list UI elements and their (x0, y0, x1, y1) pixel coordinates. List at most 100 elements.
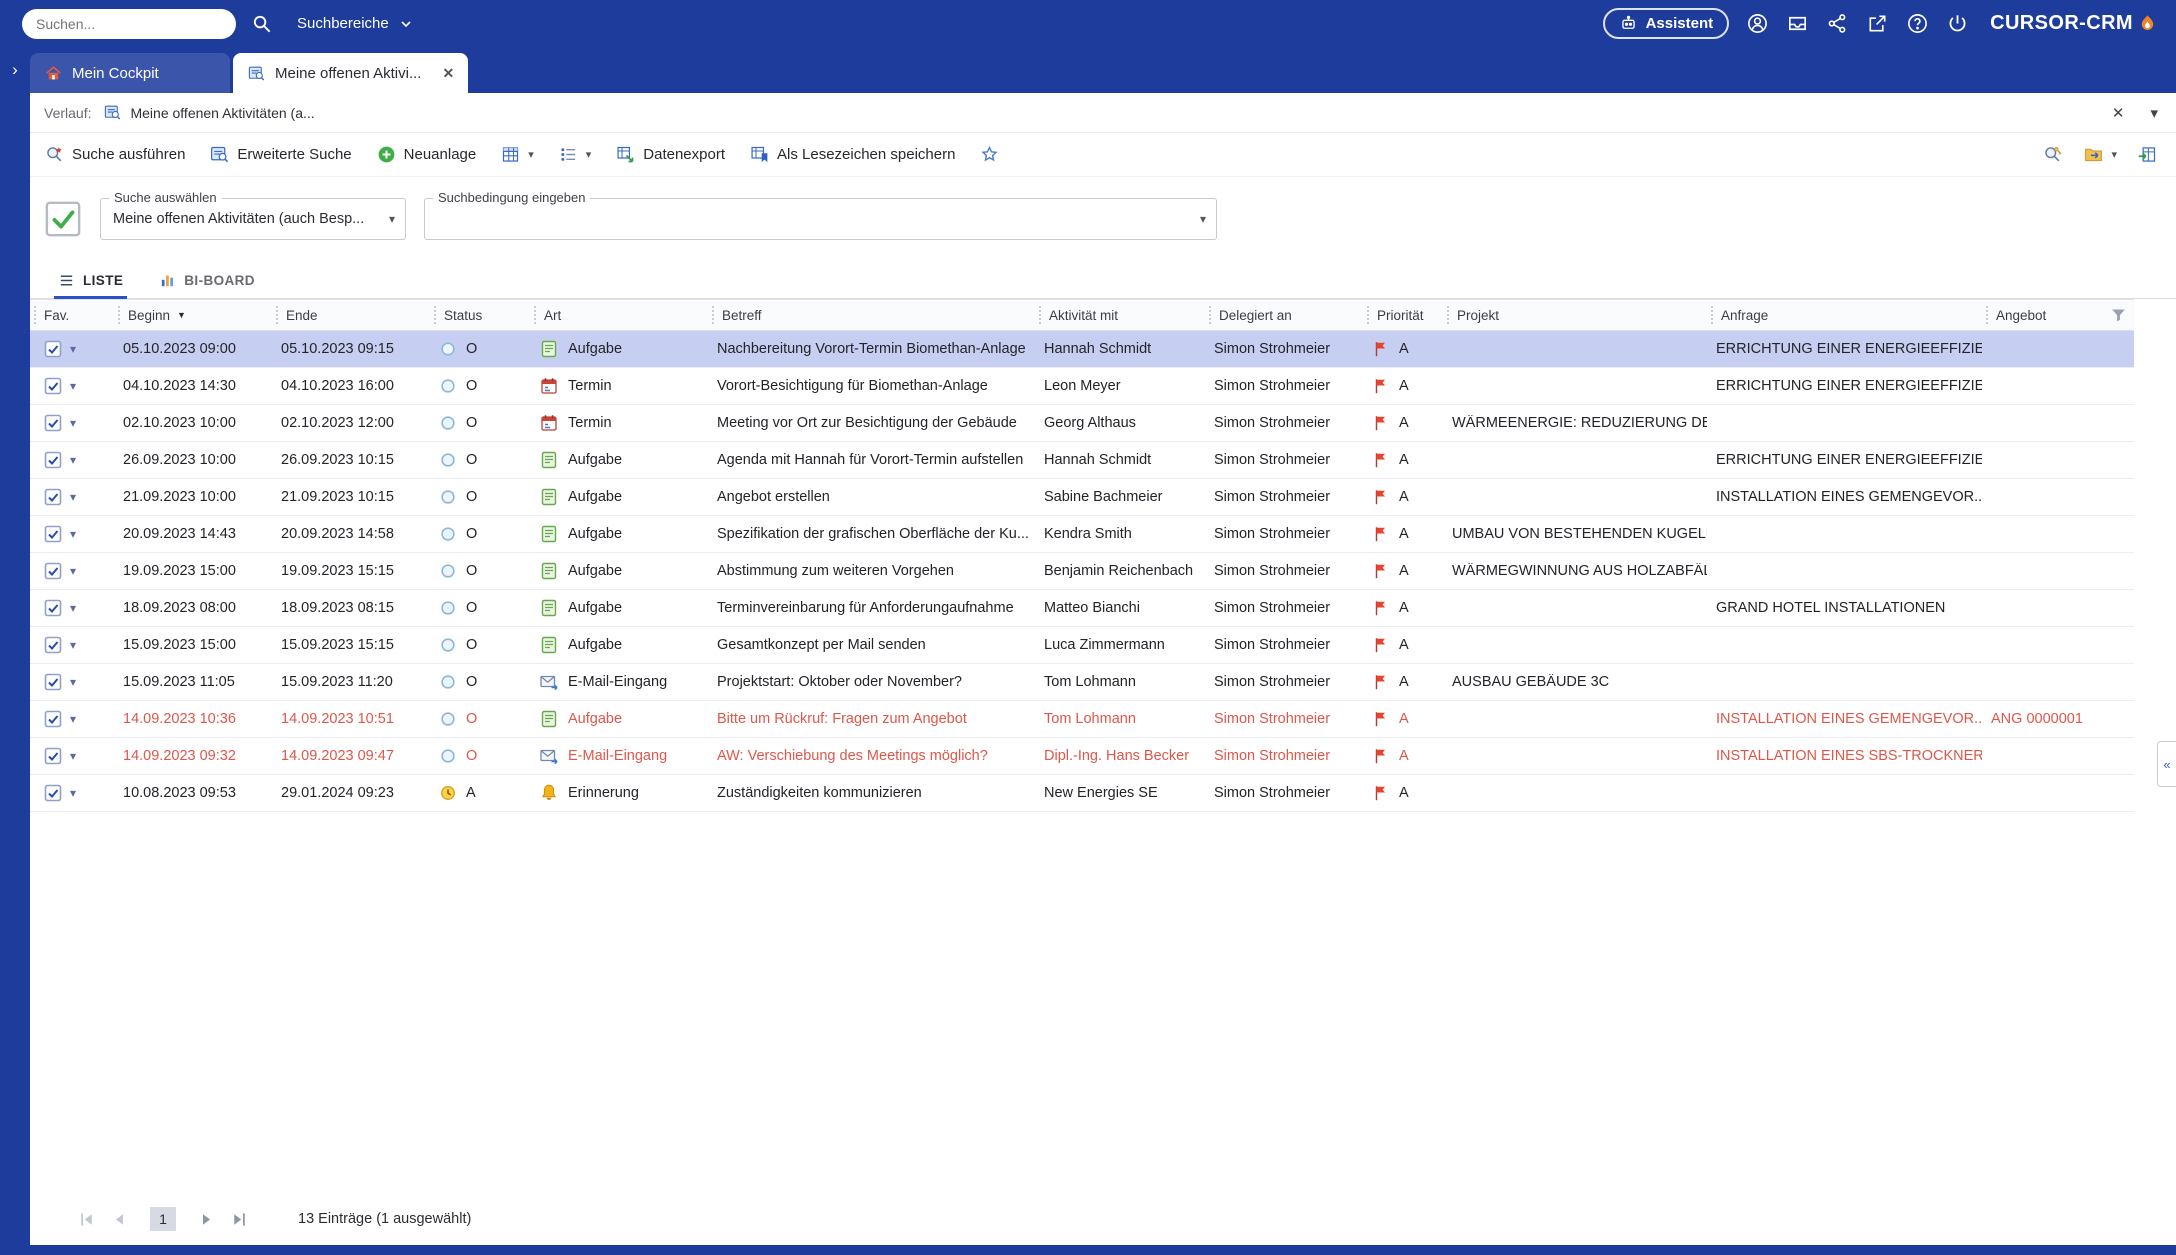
row-menu-caret[interactable]: ▾ (70, 712, 76, 726)
row-menu-caret[interactable]: ▾ (70, 342, 76, 356)
search-condition-combo[interactable]: Suchbedingung eingeben ▾ (424, 190, 1217, 240)
table-view-dropdown[interactable]: ▾ (500, 144, 534, 165)
prev-page-button[interactable] (109, 1209, 130, 1230)
expand-left-panel-icon[interactable]: › (0, 47, 30, 93)
save-bookmark-button[interactable]: Als Lesezeichen speichern (749, 144, 955, 165)
history-item[interactable]: Meine offenen Aktivitäten (a... (103, 103, 315, 122)
tab-mein-cockpit[interactable]: Mein Cockpit (30, 53, 230, 93)
table-row[interactable]: ▾ 15.09.2023 15:00 15.09.2023 15:15 O Au… (30, 627, 2134, 664)
table-row[interactable]: ▾ 14.09.2023 09:32 14.09.2023 09:47 O E-… (30, 738, 2134, 775)
col-header-art[interactable]: Art (530, 300, 708, 330)
current-page[interactable]: 1 (150, 1207, 176, 1231)
priority-flag-icon (1372, 562, 1390, 580)
col-header-anfrage[interactable]: Anfrage (1707, 300, 1982, 330)
first-page-button[interactable] (76, 1209, 97, 1230)
row-checkbox[interactable] (43, 487, 63, 507)
col-header-status[interactable]: Status (430, 300, 530, 330)
search-rights-button[interactable] (2042, 144, 2063, 165)
assistant-button[interactable]: Assistent (1602, 8, 1730, 39)
table-row[interactable]: ▾ 21.09.2023 10:00 21.09.2023 10:15 O Au… (30, 479, 2134, 516)
inbox-icon[interactable] (1786, 12, 1809, 35)
row-menu-caret[interactable]: ▾ (70, 601, 76, 615)
beginn-cell: 14.09.2023 09:32 (123, 748, 236, 764)
open-folder-dropdown[interactable]: ▾ (2083, 144, 2117, 165)
table-row[interactable]: ▾ 02.10.2023 10:00 02.10.2023 12:00 O Te… (30, 405, 2134, 442)
open-in-new-icon[interactable] (1866, 12, 1889, 35)
row-checkbox[interactable] (43, 635, 63, 655)
row-menu-caret[interactable]: ▾ (70, 490, 76, 504)
ende-cell: 21.09.2023 10:15 (281, 489, 394, 505)
column-filter-icon[interactable] (2109, 306, 2128, 325)
last-page-button[interactable] (229, 1209, 250, 1230)
col-header-aktivitaet-mit[interactable]: Aktivität mit (1035, 300, 1205, 330)
advanced-search-button[interactable]: Erweiterte Suche (209, 144, 352, 165)
table-row[interactable]: ▾ 10.08.2023 09:53 29.01.2024 09:23 A Er… (30, 775, 2134, 812)
col-header-delegiert-an[interactable]: Delegiert an (1205, 300, 1363, 330)
favorite-star-button[interactable] (979, 144, 1000, 165)
tab-meine-offenen-aktivitaeten[interactable]: Meine offenen Aktivi... ✕ (233, 53, 469, 93)
row-checkbox[interactable] (43, 450, 63, 470)
table-row[interactable]: ▾ 19.09.2023 15:00 19.09.2023 15:15 O Au… (30, 553, 2134, 590)
row-checkbox[interactable] (43, 783, 63, 803)
row-checkbox[interactable] (43, 376, 63, 396)
art-cell: Aufgabe (530, 561, 708, 581)
row-menu-caret[interactable]: ▾ (70, 675, 76, 689)
col-header-betreff[interactable]: Betreff (708, 300, 1035, 330)
search-scope-dropdown[interactable]: Suchbereiche (297, 15, 414, 32)
run-search-button[interactable]: Suche ausführen (44, 144, 185, 165)
row-menu-caret[interactable]: ▾ (70, 638, 76, 652)
new-entry-button[interactable]: Neuanlage (376, 144, 476, 165)
row-menu-caret[interactable]: ▾ (70, 527, 76, 541)
row-checkbox[interactable] (43, 746, 63, 766)
row-checkbox[interactable] (43, 524, 63, 544)
table-row[interactable]: ▾ 20.09.2023 14:43 20.09.2023 14:58 O Au… (30, 516, 2134, 553)
history-dropdown-icon[interactable]: ▾ (2150, 104, 2158, 122)
table-row[interactable]: ▾ 14.09.2023 10:36 14.09.2023 10:51 O Au… (30, 701, 2134, 738)
search-select-combo[interactable]: Suche auswählen Meine offenen Aktivitäte… (100, 190, 406, 240)
table-row[interactable]: ▾ 04.10.2023 14:30 04.10.2023 16:00 O Te… (30, 368, 2134, 405)
col-header-beginn[interactable]: Beginn ▼ (114, 300, 272, 330)
row-checkbox[interactable] (43, 339, 63, 359)
run-search-icon (44, 144, 65, 165)
row-menu-caret[interactable]: ▾ (70, 564, 76, 578)
row-menu-caret[interactable]: ▾ (70, 453, 76, 467)
tab-close-icon[interactable]: ✕ (430, 65, 454, 82)
list-view-dropdown[interactable]: ▾ (558, 144, 591, 165)
row-checkbox[interactable] (43, 413, 63, 433)
row-checkbox[interactable] (43, 598, 63, 618)
table-row[interactable]: ▾ 18.09.2023 08:00 18.09.2023 08:15 O Au… (30, 590, 2134, 627)
row-checkbox[interactable] (43, 709, 63, 729)
search-icon[interactable] (250, 12, 273, 35)
tab-bi-board[interactable]: BI-BOARD (155, 272, 259, 298)
table-row[interactable]: ▾ 05.10.2023 09:00 05.10.2023 09:15 O Au… (30, 331, 2134, 368)
user-account-icon[interactable] (1746, 12, 1769, 35)
close-view-icon[interactable]: ✕ (2112, 104, 2125, 122)
col-header-fav[interactable]: Fav. (30, 300, 114, 330)
fav-cell: ▾ (30, 783, 114, 803)
art-icon (539, 450, 559, 470)
share-icon[interactable] (1826, 12, 1849, 35)
sort-desc-icon: ▼ (177, 310, 186, 320)
row-checkbox[interactable] (43, 561, 63, 581)
saved-search-icon[interactable] (44, 200, 82, 238)
row-menu-caret[interactable]: ▾ (70, 749, 76, 763)
left-collapsed-panel[interactable] (0, 93, 30, 1245)
insert-into-table-button[interactable] (2137, 144, 2158, 165)
collapse-right-panel-button[interactable]: « (2157, 741, 2176, 787)
table-row[interactable]: ▾ 15.09.2023 11:05 15.09.2023 11:20 O E-… (30, 664, 2134, 701)
col-header-prioritaet[interactable]: Priorität (1363, 300, 1443, 330)
table-row[interactable]: ▾ 26.09.2023 10:00 26.09.2023 10:15 O Au… (30, 442, 2134, 479)
col-header-ende[interactable]: Ende (272, 300, 430, 330)
tab-liste[interactable]: LISTE (54, 272, 128, 299)
global-search-input[interactable] (22, 8, 236, 39)
next-page-button[interactable] (196, 1209, 217, 1230)
col-header-projekt[interactable]: Projekt (1443, 300, 1707, 330)
row-checkbox[interactable] (43, 672, 63, 692)
row-menu-caret[interactable]: ▾ (70, 786, 76, 800)
data-export-button[interactable]: Datenexport (615, 144, 725, 165)
logout-power-icon[interactable] (1946, 12, 1969, 35)
list-lines-icon (58, 272, 75, 289)
row-menu-caret[interactable]: ▾ (70, 416, 76, 430)
row-menu-caret[interactable]: ▾ (70, 379, 76, 393)
help-icon[interactable] (1906, 12, 1929, 35)
